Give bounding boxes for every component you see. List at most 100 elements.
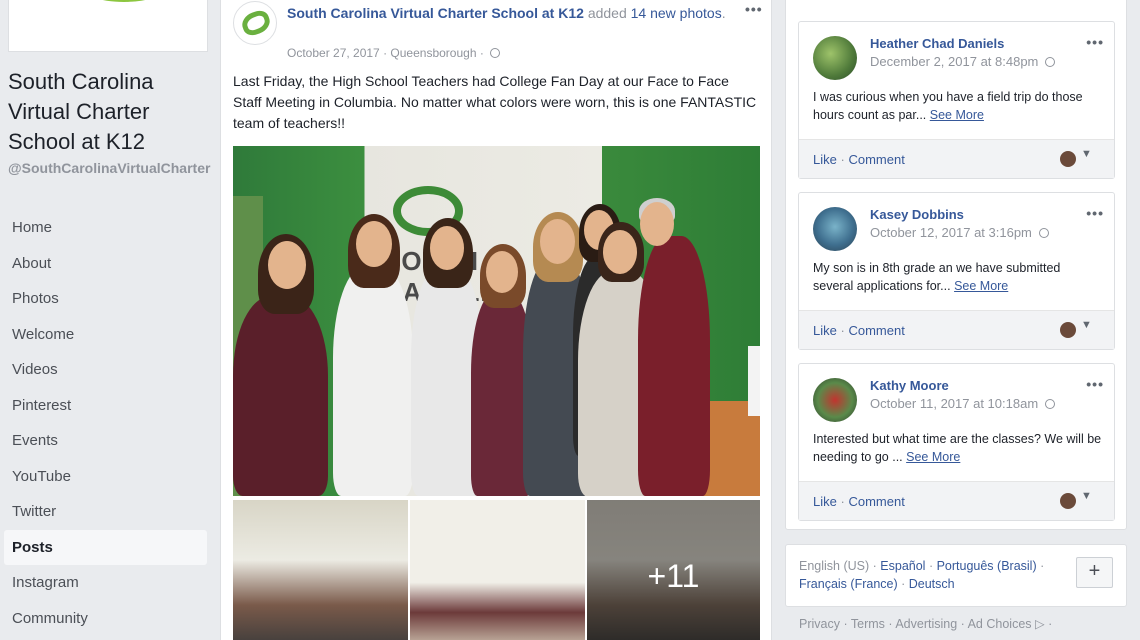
globe-icon[interactable] [1038, 228, 1049, 238]
language-list: English (US) · Español · Português (Bras… [799, 559, 1045, 591]
nav-item-photos[interactable]: Photos [4, 281, 207, 317]
post-author-link[interactable]: South Carolina Virtual Charter School at… [287, 5, 584, 21]
review-menu-icon[interactable]: ••• [1086, 205, 1104, 221]
globe-icon[interactable] [1045, 57, 1056, 67]
chevron-down-icon[interactable]: ▼ [1081, 490, 1092, 502]
globe-icon[interactable] [490, 48, 501, 58]
nav-item-pinterest[interactable]: Pinterest [4, 388, 207, 424]
footer-link-privacy[interactable]: Privacy [799, 617, 840, 631]
page-profile-picture[interactable] [8, 0, 208, 52]
review-actions: Like · Comment ▼ [799, 139, 1114, 178]
reviewer-avatar[interactable] [813, 207, 857, 251]
footer-link-ad-choices[interactable]: Ad Choices [968, 617, 1032, 631]
chevron-down-icon[interactable]: ▼ [1081, 319, 1092, 331]
footer-link-terms[interactable]: Terms [851, 617, 885, 631]
nav-item-instagram[interactable]: Instagram [4, 565, 207, 601]
review-actions: Like · Comment ▼ [799, 310, 1114, 349]
nav-item-events[interactable]: Events [4, 423, 207, 459]
post-body: Last Friday, the High School Teachers ha… [233, 73, 757, 131]
like-button[interactable]: Like [813, 152, 837, 167]
language-link[interactable]: Français (France) [799, 577, 898, 591]
reviews-panel: Heather Chad Daniels December 2, 2017 at… [785, 0, 1127, 530]
review-menu-icon[interactable]: ••• [1086, 34, 1104, 50]
reviewer-name[interactable]: Heather Chad Daniels [870, 36, 1004, 51]
photo-person-head [486, 251, 518, 293]
review-actions: Like · Comment ▼ [799, 481, 1114, 520]
page-title[interactable]: South Carolina Virtual Charter School at… [8, 67, 208, 157]
nav-item-about[interactable]: About [4, 246, 207, 282]
user-avatar-small[interactable] [1060, 151, 1076, 167]
logo-swoosh-icon [79, 0, 169, 2]
post-author-avatar[interactable] [233, 1, 277, 45]
add-language-button[interactable]: + [1076, 557, 1113, 588]
language-link[interactable]: Português (Brasil) [937, 559, 1037, 573]
review-text: I was curious when you have a field trip… [813, 90, 1083, 122]
comment-button[interactable]: Comment [848, 323, 904, 338]
language-link[interactable]: Español [880, 559, 925, 573]
current-language: English (US) [799, 559, 870, 573]
review-text: My son is in 8th grade an we have submit… [813, 261, 1061, 293]
post-photo-thumbnail-more[interactable]: +11 [587, 500, 760, 640]
like-button[interactable]: Like [813, 323, 837, 338]
photo-person-head [603, 230, 637, 274]
post-meta: October 27, 2017 · Queensborough · [287, 46, 501, 60]
review-card: Kathy Moore October 11, 2017 at 10:18am … [798, 363, 1115, 521]
review-date: October 11, 2017 at 10:18am [870, 396, 1055, 411]
chevron-down-icon[interactable]: ▼ [1081, 148, 1092, 160]
page-handle[interactable]: @SouthCarolinaVirtualCharter [8, 160, 213, 177]
nav-item-videos[interactable]: Videos [4, 352, 207, 388]
action-separator: · [840, 152, 845, 167]
user-avatar-small[interactable] [1060, 493, 1076, 509]
nav-item-welcome[interactable]: Welcome [4, 317, 207, 353]
meta-separator: · [479, 46, 484, 60]
photo-person-head [430, 226, 464, 270]
photo-person [233, 296, 328, 496]
new-photos-link[interactable]: 14 new photos [631, 5, 722, 21]
reviewer-avatar[interactable] [813, 378, 857, 422]
photo-person-head [356, 221, 392, 267]
see-more-link[interactable]: See More [906, 450, 960, 464]
see-more-link[interactable]: See More [954, 279, 1008, 293]
meta-separator: · [383, 46, 388, 60]
post-photo-thumbnail[interactable] [233, 500, 408, 640]
photo-person [638, 236, 710, 496]
post-photo-thumbnail[interactable] [410, 500, 585, 640]
post-action-text: added [587, 5, 627, 21]
post-date[interactable]: October 27, 2017 [287, 46, 380, 60]
footer-link-advertising[interactable]: Advertising [895, 617, 957, 631]
review-text: Interested but what time are the classes… [813, 432, 1102, 464]
nav-item-home[interactable]: Home [4, 210, 207, 246]
gecko-logo-icon [239, 7, 273, 39]
photo-person-head [640, 202, 674, 246]
page-footer: Privacy · Terms · Advertising · Ad Choic… [799, 617, 1053, 631]
reviewer-avatar[interactable] [813, 36, 857, 80]
post-card: South Carolina Virtual Charter School at… [220, 0, 772, 640]
post-menu-icon[interactable]: ••• [745, 1, 763, 17]
page-nav: Home About Photos Welcome Videos Pintere… [4, 210, 207, 636]
see-more-link[interactable]: See More [930, 108, 984, 122]
post-main-photo[interactable]: SOUTH CAROLI [233, 146, 760, 496]
reviewer-name[interactable]: Kathy Moore [870, 378, 949, 393]
reviewer-name[interactable]: Kasey Dobbins [870, 207, 964, 222]
language-selector: English (US) · Español · Português (Bras… [785, 544, 1127, 607]
action-separator: · [840, 323, 845, 338]
nav-item-twitter[interactable]: Twitter [4, 494, 207, 530]
post-location[interactable]: Queensborough [390, 46, 476, 60]
photo-person-head [268, 241, 306, 289]
nav-item-youtube[interactable]: YouTube [4, 459, 207, 495]
like-button[interactable]: Like [813, 494, 837, 509]
left-sidebar: South Carolina Virtual Charter School at… [0, 0, 215, 640]
language-link[interactable]: Deutsch [909, 577, 955, 591]
review-card: Heather Chad Daniels December 2, 2017 at… [798, 21, 1115, 179]
comment-button[interactable]: Comment [848, 152, 904, 167]
photo-person [333, 266, 413, 496]
review-date: December 2, 2017 at 8:48pm [870, 54, 1056, 69]
review-card: Kasey Dobbins October 12, 2017 at 3:16pm… [798, 192, 1115, 350]
nav-item-posts[interactable]: Posts [4, 529, 207, 565]
comment-button[interactable]: Comment [848, 494, 904, 509]
user-avatar-small[interactable] [1060, 322, 1076, 338]
review-menu-icon[interactable]: ••• [1086, 376, 1104, 392]
post-header: South Carolina Virtual Charter School at… [287, 3, 727, 24]
globe-icon[interactable] [1044, 399, 1055, 409]
nav-item-community[interactable]: Community [4, 601, 207, 637]
